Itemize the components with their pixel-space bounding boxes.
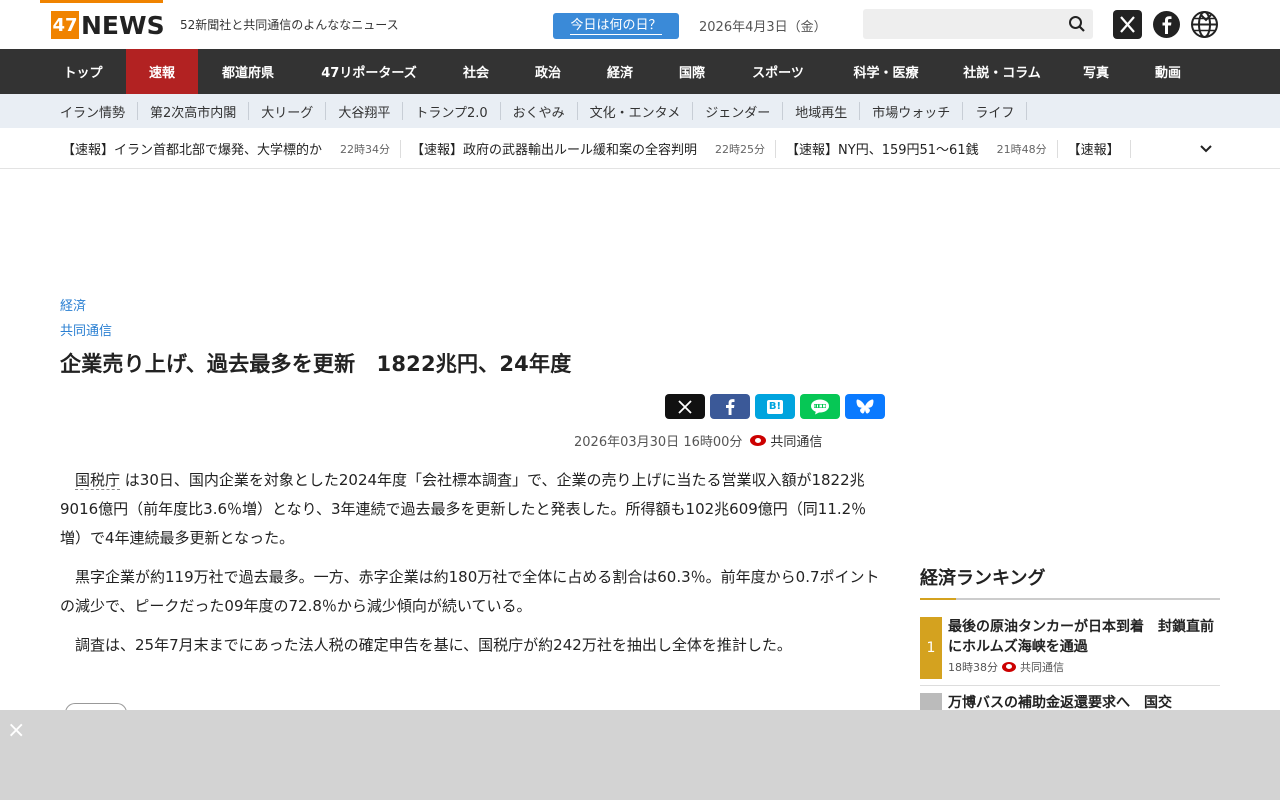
topic-link[interactable]: イラン情勢: [48, 102, 139, 121]
search-input[interactable]: [863, 9, 1093, 39]
ticker-headline: 【速報】政府の武器輸出ルール緩和案の全容判明: [411, 143, 698, 158]
ranking-meta: 18時38分 共同通信: [948, 659, 1220, 675]
kyodo-logo-icon: [750, 435, 767, 446]
facebook-icon[interactable]: [1152, 10, 1181, 39]
share-x-button[interactable]: [665, 394, 705, 419]
topic-link[interactable]: おくやみ: [501, 102, 578, 121]
nav-item[interactable]: 写真: [1060, 49, 1132, 94]
publish-date: 2026年03月30日: [574, 435, 680, 450]
ticker-time: 22時34分: [340, 142, 391, 156]
nav-item[interactable]: 社会: [440, 49, 512, 94]
ticker-headline: 【速報】イラン首都北部で爆発、大学標的か: [62, 143, 323, 158]
ticker-time: 22時25分: [715, 142, 766, 156]
ranking-separator: [920, 685, 1220, 686]
x-twitter-icon: [678, 399, 692, 414]
breaking-news-ticker: 【速報】イラン首都北部で爆発、大学標的か 22時34分 【速報】政府の武器輸出ルール…: [0, 128, 1280, 169]
close-icon[interactable]: ×: [7, 720, 25, 742]
nav-item[interactable]: 動画: [1132, 49, 1204, 94]
share-hatena-button[interactable]: B!: [755, 394, 795, 419]
article-source: 共同通信: [750, 431, 822, 450]
topic-link[interactable]: 地域再生: [783, 102, 861, 121]
nav-item[interactable]: 都道府県: [198, 49, 298, 94]
ranking-divider: [920, 598, 1220, 600]
share-line-button[interactable]: [800, 394, 840, 419]
nav-item[interactable]: 速報: [126, 49, 198, 94]
topic-link[interactable]: 文化・エンタメ: [578, 102, 694, 121]
nav-item[interactable]: トップ: [40, 49, 126, 94]
rank-number: 1: [920, 617, 942, 679]
ranking-source: 共同通信: [1020, 661, 1064, 674]
main-navigation: トップ 速報 都道府県 47リポーターズ 社会 政治 経済 国際 スポーツ 科学・医療 社説・コラム…: [0, 49, 1280, 94]
today-in-history-button[interactable]: 今日は何の日？: [553, 13, 679, 39]
site-logo[interactable]: 47 NEWS: [51, 10, 165, 40]
topic-link[interactable]: 第2次高市内閣: [138, 102, 250, 121]
bluesky-icon: [856, 399, 874, 414]
article-category-link[interactable]: 経済: [60, 295, 86, 314]
publish-time: 16時00分: [683, 435, 743, 450]
kyodo-logo-icon: [1002, 662, 1016, 672]
ranking-title: 経済ランキング: [920, 568, 1046, 589]
current-date: 2026年4月3日（金）: [699, 20, 827, 35]
x-twitter-icon[interactable]: [1113, 10, 1142, 39]
site-header: 47 NEWS 52新聞社と共同通信のよんななニュース 今日は何の日？ 2026…: [0, 0, 1280, 49]
article-agency-link[interactable]: 共同通信: [60, 320, 112, 339]
ranking-headline: 最後の原油タンカーが日本到着 封鎖直前にホルムズ海峡を通過: [948, 619, 1214, 655]
search-icon[interactable]: [1067, 14, 1087, 34]
hatena-bookmark-icon: B!: [766, 399, 784, 414]
article-body: 国税庁 は30日、国内企業を対象とした2024年度「会社標本調査」で、企業の売り…: [60, 466, 886, 670]
topic-link[interactable]: 大谷翔平: [326, 102, 404, 121]
article-headline: 企業売り上げ、過去最多を更新 1822兆円、24年度: [60, 352, 572, 376]
topic-link[interactable]: ジェンダー: [693, 102, 784, 121]
facebook-icon: [726, 398, 735, 415]
chevron-down-icon[interactable]: [1198, 140, 1214, 156]
line-icon: [811, 399, 829, 414]
ticker-headline: 【速報】: [1067, 143, 1120, 158]
nav-item[interactable]: 国際: [656, 49, 728, 94]
glossary-term-link[interactable]: 国税庁: [75, 471, 121, 490]
nav-item[interactable]: 科学・医療: [828, 49, 944, 94]
ticker-item[interactable]: 【速報】政府の武器輸出ルール緩和案の全容判明 22時25分: [401, 139, 777, 158]
nav-item[interactable]: 47リポーターズ: [298, 49, 440, 94]
ticker-headline: 【速報】NY円、159円51～61銭: [786, 143, 979, 158]
nav-item[interactable]: 政治: [512, 49, 584, 94]
logo-accent-bar: [40, 0, 163, 3]
topic-link[interactable]: ライフ: [963, 102, 1028, 121]
ticker-item[interactable]: 【速報】NY円、159円51～61銭 21時48分: [776, 139, 1058, 158]
ranking-time: 18時38分: [948, 661, 998, 674]
nav-item[interactable]: 経済: [584, 49, 656, 94]
article-paragraph: 調査は、25年7月末までにあった法人税の確定申告を基に、国税庁が約242万社を抽…: [75, 636, 792, 654]
share-facebook-button[interactable]: [710, 394, 750, 419]
topic-link[interactable]: トランプ2.0: [403, 102, 501, 121]
ticker-item[interactable]: 【速報】: [1058, 139, 1131, 158]
logo-number: 47: [51, 11, 79, 39]
ticker-time: 21時48分: [996, 142, 1047, 156]
topic-link[interactable]: 大リーグ: [249, 102, 327, 121]
article-paragraph: 黒字企業が約119万社で過去最多。一方、赤字企業は約180万社で全体に占める割合…: [60, 568, 880, 615]
share-bluesky-button[interactable]: [845, 394, 885, 419]
nav-item[interactable]: スポーツ: [728, 49, 828, 94]
chevron-down-icon[interactable]: [1198, 9, 1214, 25]
article-meta: 2026年03月30日 16時00分 共同通信: [574, 431, 822, 450]
topic-link[interactable]: 市場ウォッチ: [860, 102, 964, 121]
bottom-ad-banner: ×: [0, 710, 1280, 800]
logo-text: NEWS: [81, 10, 165, 40]
ticker-item[interactable]: 【速報】イラン首都北部で爆発、大学標的か 22時34分: [52, 139, 402, 158]
share-buttons: B!: [665, 394, 885, 419]
nav-item[interactable]: 社説・コラム: [944, 49, 1060, 94]
site-tagline: 52新聞社と共同通信のよんななニュース: [180, 18, 399, 32]
topic-navigation: イラン情勢 第2次高市内閣 大リーグ 大谷翔平 トランプ2.0 おくやみ 文化・エンタメ ジェ…: [0, 94, 1280, 128]
ranking-item[interactable]: 1 最後の原油タンカーが日本到着 封鎖直前にホルムズ海峡を通過 18時38分 共…: [920, 617, 1220, 679]
article-paragraph: 国税庁 は30日、国内企業を対象とした2024年度「会社標本調査」で、企業の売り…: [60, 471, 867, 547]
